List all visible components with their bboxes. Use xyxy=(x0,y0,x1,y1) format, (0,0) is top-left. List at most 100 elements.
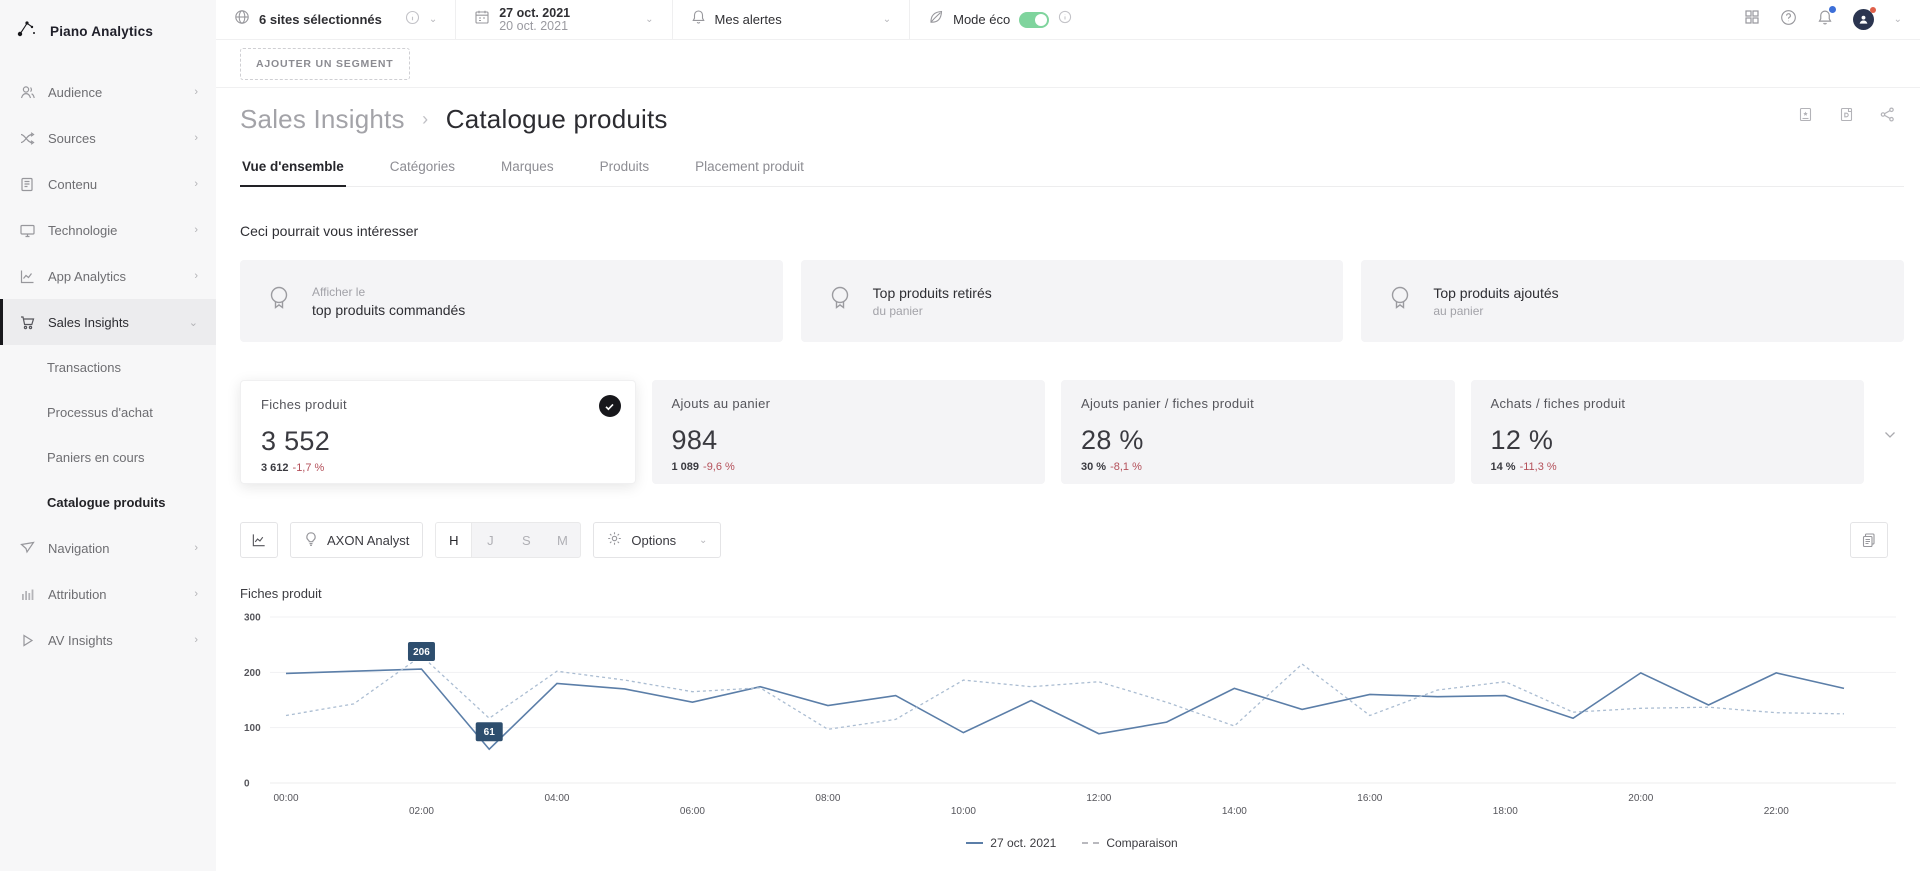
sidebar-item-label: Technologie xyxy=(48,223,194,238)
kpi-row: Fiches produit 3 552 3 612-1,7 % Ajouts … xyxy=(240,380,1904,484)
sidebar-item-audience[interactable]: Audience › xyxy=(0,69,216,115)
sidebar-item-sales-insights[interactable]: Sales Insights ⌄ xyxy=(0,299,216,345)
suggestion-card-top-produits-ajoutes[interactable]: Top produits ajoutés au panier xyxy=(1361,260,1904,342)
kpi-card-achats-fiches-produit[interactable]: Achats / fiches produit 12 % 14 %-11,3 % xyxy=(1471,380,1865,484)
topbar-right-icons: ⌄ xyxy=(1744,0,1920,39)
sidebar-item-label: Attribution xyxy=(48,587,194,602)
logo[interactable]: Piano Analytics xyxy=(0,8,216,55)
tab-vue-densemble[interactable]: Vue d'ensemble xyxy=(240,149,346,186)
report-file-icon[interactable] xyxy=(1838,106,1855,128)
kpi-label: Ajouts panier / fiches produit xyxy=(1081,396,1435,411)
sidebar-item-label: App Analytics xyxy=(48,269,194,284)
sources-icon xyxy=(18,129,36,147)
sidebar-item-contenu[interactable]: Contenu › xyxy=(0,161,216,207)
page-title: Catalogue produits xyxy=(446,104,668,134)
help-icon[interactable] xyxy=(1780,9,1797,31)
sidebar-item-attribution[interactable]: Attribution › xyxy=(0,571,216,617)
page-header: Sales Insights › Catalogue produits xyxy=(240,104,1904,135)
chevron-right-icon: › xyxy=(194,634,198,646)
options-button[interactable]: Options ⌄ xyxy=(593,522,721,558)
axon-analyst-button[interactable]: AXON Analyst xyxy=(290,522,423,558)
kpi-card-ajouts-au-panier[interactable]: Ajouts au panier 984 1 089-9,6 % xyxy=(652,380,1046,484)
line-chart[interactable]: 010020030000:0002:0004:0006:0008:0010:00… xyxy=(240,605,1904,830)
sidebar-item-sources[interactable]: Sources › xyxy=(0,115,216,161)
medal-icon xyxy=(827,284,853,319)
chevron-right-icon: › xyxy=(194,224,198,236)
kpi-label: Achats / fiches produit xyxy=(1491,396,1845,411)
share-icon[interactable] xyxy=(1879,106,1896,128)
kpi-card-ajouts-panier-fiches-produit[interactable]: Ajouts panier / fiches produit 28 % 30 %… xyxy=(1061,380,1455,484)
sidebar-subitem-catalogue-produits[interactable]: Catalogue produits xyxy=(0,480,216,525)
dashed-line-swatch xyxy=(1082,842,1099,844)
segment-bar: AJOUTER UN SEGMENT xyxy=(216,40,1920,88)
tab-categories[interactable]: Catégories xyxy=(388,149,457,186)
suggestion-cards: Afficher le top produits commandés Top p… xyxy=(240,260,1904,342)
sidebar-item-label: AV Insights xyxy=(48,633,194,648)
sidebar-item-label: Sales Insights xyxy=(48,315,189,330)
chevron-down-icon: ⌄ xyxy=(189,316,198,329)
add-segment-button[interactable]: AJOUTER UN SEGMENT xyxy=(240,48,410,80)
av-insights-play-icon xyxy=(18,631,36,649)
svg-text:04:00: 04:00 xyxy=(544,793,569,804)
date-range-picker[interactable]: 27 oct. 2021 20 oct. 2021 ⌄ xyxy=(456,0,672,39)
legend-item-current-period[interactable]: 27 oct. 2021 xyxy=(966,836,1056,850)
granularity-month[interactable]: M xyxy=(544,523,580,557)
eco-mode-toggle[interactable] xyxy=(1019,12,1049,28)
site-selector[interactable]: 6 sites sélectionnés ⌄ xyxy=(216,0,456,39)
tab-produits[interactable]: Produits xyxy=(598,149,652,186)
bookmark-icon[interactable] xyxy=(1797,106,1814,128)
svg-text:100: 100 xyxy=(244,723,261,734)
suggestion-card-top-produits-commandes[interactable]: Afficher le top produits commandés xyxy=(240,260,783,342)
kpi-expand-chevron-icon[interactable] xyxy=(1884,426,1896,444)
chevron-down-icon[interactable]: ⌄ xyxy=(1894,14,1902,25)
alerts-menu[interactable]: Mes alertes ⌄ xyxy=(673,0,911,39)
axon-analyst-label: AXON Analyst xyxy=(327,533,409,548)
granularity-day[interactable]: J xyxy=(472,523,508,557)
kpi-value: 28 % xyxy=(1081,425,1435,456)
selected-check-icon xyxy=(599,395,621,417)
kpi-delta: -8,1 % xyxy=(1110,461,1142,473)
svg-text:18:00: 18:00 xyxy=(1493,806,1518,817)
sidebar-item-technologie[interactable]: Technologie › xyxy=(0,207,216,253)
legend-label: 27 oct. 2021 xyxy=(990,836,1056,850)
apps-grid-icon[interactable] xyxy=(1744,9,1760,30)
chart-type-button[interactable] xyxy=(240,522,278,558)
kpi-value: 12 % xyxy=(1491,425,1845,456)
suggestion-pre-text: Afficher le xyxy=(312,285,465,299)
legend-item-comparison[interactable]: Comparaison xyxy=(1082,836,1177,850)
granularity-hour[interactable]: H xyxy=(436,523,472,557)
suggestion-title: Top produits retirés xyxy=(873,285,992,301)
notifications-bell-icon[interactable] xyxy=(1817,9,1833,31)
data-table-button[interactable] xyxy=(1850,522,1888,558)
audience-icon xyxy=(18,83,36,101)
suggestion-sub-text: du panier xyxy=(873,304,992,318)
tab-marques[interactable]: Marques xyxy=(499,149,556,186)
topbar: 6 sites sélectionnés ⌄ 27 oct. 2021 20 o… xyxy=(216,0,1920,40)
app-analytics-icon xyxy=(18,267,36,285)
kpi-label: Fiches produit xyxy=(261,397,615,412)
breadcrumb-parent[interactable]: Sales Insights xyxy=(240,104,405,134)
kpi-card-fiches-produit[interactable]: Fiches produit 3 552 3 612-1,7 % xyxy=(240,380,636,484)
sidebar-subitem-transactions[interactable]: Transactions xyxy=(0,345,216,390)
tab-placement-produit[interactable]: Placement produit xyxy=(693,149,806,186)
kpi-previous-value: 1 089 xyxy=(672,461,700,473)
sidebar-subitem-processus-achat[interactable]: Processus d'achat xyxy=(0,390,216,435)
solid-line-swatch xyxy=(966,842,983,844)
sidebar-item-navigation[interactable]: Navigation › xyxy=(0,525,216,571)
granularity-week[interactable]: S xyxy=(508,523,544,557)
legend-label: Comparaison xyxy=(1106,836,1177,850)
chevron-down-icon: ⌄ xyxy=(883,14,891,25)
kpi-previous-value: 3 612 xyxy=(261,462,289,474)
user-avatar[interactable] xyxy=(1853,9,1874,30)
suggestion-card-top-produits-retires[interactable]: Top produits retirés du panier xyxy=(801,260,1344,342)
suggestion-title: Top produits ajoutés xyxy=(1433,285,1558,301)
app-root: Piano Analytics Audience › Sources › Con… xyxy=(0,0,1920,871)
leaf-icon xyxy=(928,9,944,30)
chevron-right-icon: › xyxy=(194,542,198,554)
sidebar-item-app-analytics[interactable]: App Analytics › xyxy=(0,253,216,299)
site-selector-label: 6 sites sélectionnés xyxy=(259,12,382,27)
sidebar-subitem-paniers-en-cours[interactable]: Paniers en cours xyxy=(0,435,216,480)
sidebar-item-label: Audience xyxy=(48,85,194,100)
piano-analytics-logo-icon xyxy=(16,18,38,45)
sidebar-item-av-insights[interactable]: AV Insights › xyxy=(0,617,216,663)
